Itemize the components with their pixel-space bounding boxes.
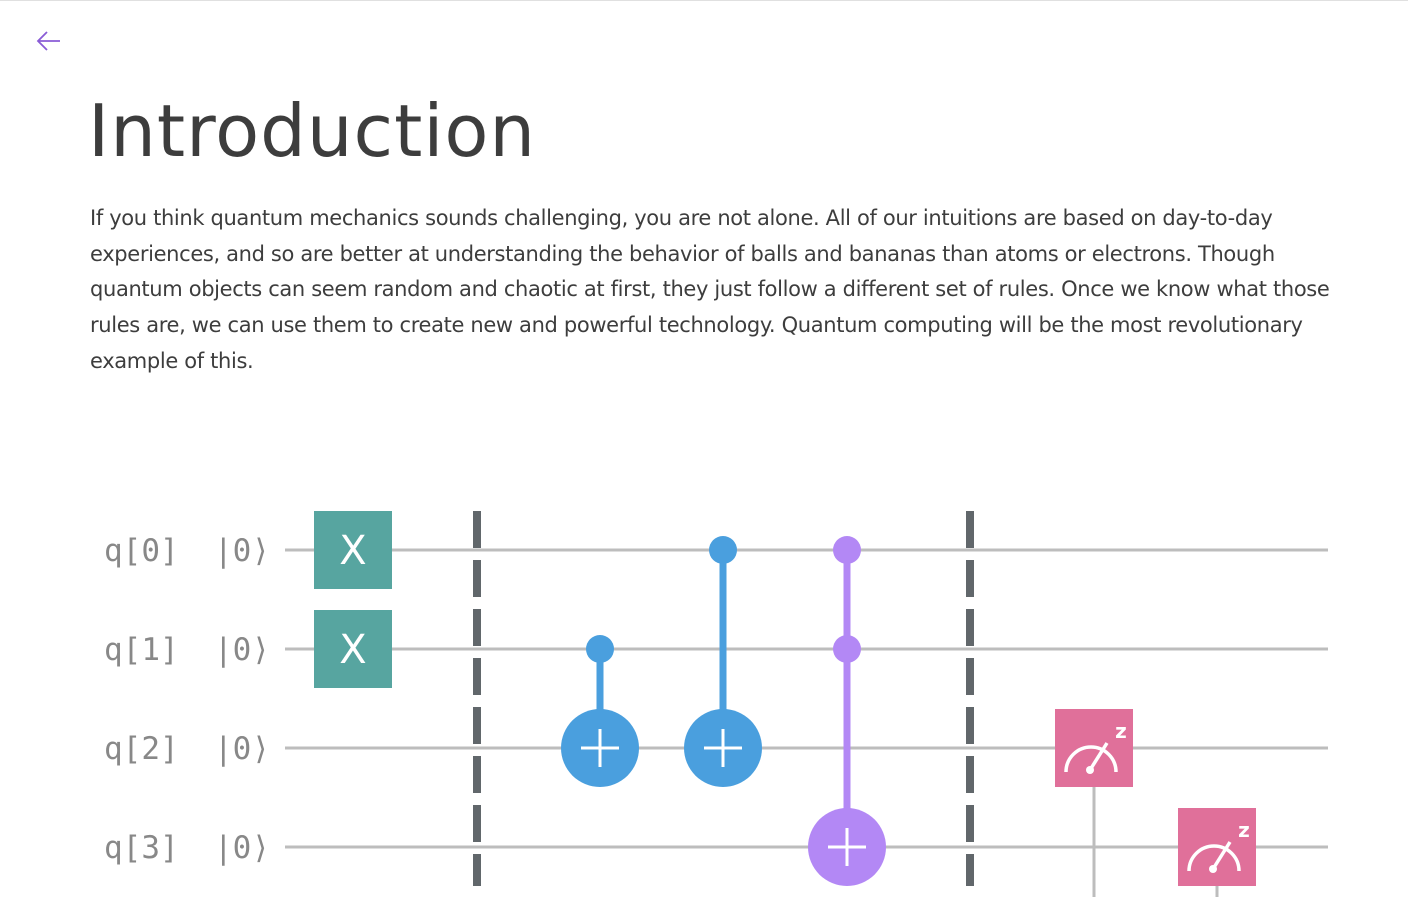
x-gate-q0[interactable]: X <box>314 511 392 589</box>
cnot-q1-q2[interactable] <box>561 635 639 787</box>
svg-text:z: z <box>1238 818 1250 842</box>
cnot-q0-q2[interactable] <box>684 536 762 787</box>
measure-gate-q2[interactable]: z <box>1055 709 1133 787</box>
svg-text:z: z <box>1115 719 1127 743</box>
x-gate-q1[interactable]: X <box>314 610 392 688</box>
qubit-label: q[3] <box>104 830 179 866</box>
toffoli-q0-q1-q3[interactable] <box>808 536 886 886</box>
qubit-label: q[1] <box>104 632 179 668</box>
svg-text:X: X <box>339 528 366 574</box>
quantum-circuit: q[0] |0⟩ q[1] |0⟩ q[2] |0⟩ q[3] |0⟩ X X … <box>104 511 1328 897</box>
qubit-init: |0⟩ <box>214 830 270 866</box>
qubit-label: q[2] <box>104 731 179 767</box>
qubit-init: |0⟩ <box>214 533 270 569</box>
qubit-label: q[0] <box>104 533 179 569</box>
wires <box>285 548 1328 897</box>
measure-gate-q3[interactable]: z <box>1178 808 1256 886</box>
svg-text:X: X <box>339 627 366 673</box>
qubit-init: |0⟩ <box>214 731 270 767</box>
qubit-init: |0⟩ <box>214 632 270 668</box>
